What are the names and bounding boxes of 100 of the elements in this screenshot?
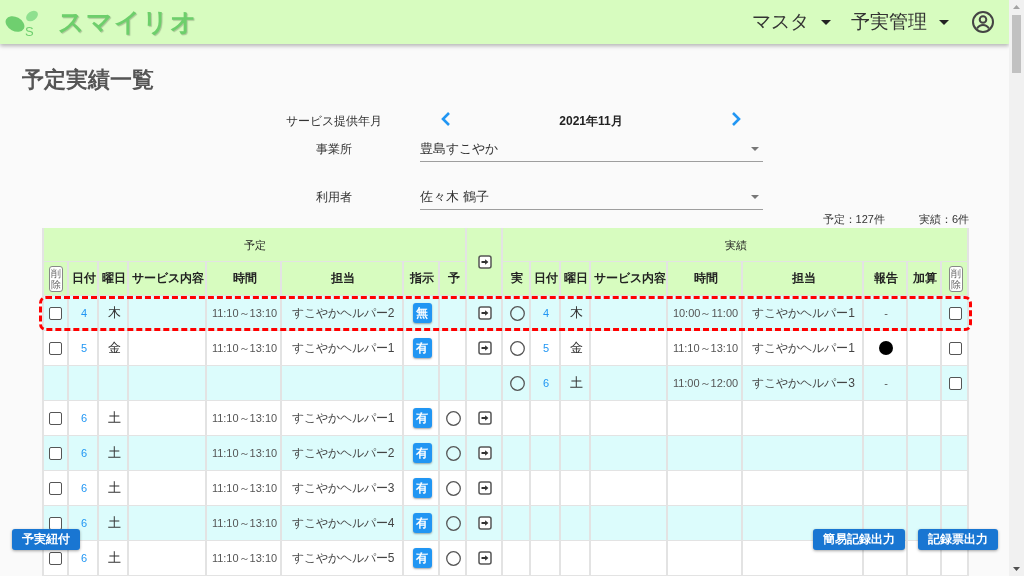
- column-header: 予: [446, 270, 461, 287]
- column-header: 担当: [790, 270, 817, 287]
- arrow-box-icon[interactable]: [478, 551, 492, 565]
- date-link[interactable]: 6: [80, 517, 88, 529]
- staff-cell-text: すこやかヘルパー3: [290, 479, 396, 497]
- month-value: 2021年11月: [558, 112, 624, 130]
- column-header: 担当: [330, 270, 356, 287]
- date-link[interactable]: 6: [80, 447, 88, 459]
- user-account-icon[interactable]: [972, 11, 994, 33]
- checkbox[interactable]: [949, 341, 962, 355]
- instruction-badge[interactable]: 無: [412, 303, 432, 323]
- time-cell-text: 11:10～13:10: [210, 445, 279, 461]
- instruction-badge[interactable]: 有: [412, 478, 432, 498]
- page-title: 予定実績一覧: [22, 68, 154, 92]
- checkbox[interactable]: [49, 481, 62, 495]
- instruction-badge[interactable]: 有: [412, 513, 432, 533]
- checkbox[interactable]: [49, 516, 62, 530]
- time-cell-text: 11:10～13:10: [210, 480, 279, 496]
- arrow-box-icon[interactable]: [478, 411, 492, 425]
- instruction-badge[interactable]: 有: [412, 338, 432, 358]
- report-cell-text: -: [883, 306, 889, 321]
- column-group-header: 実績: [724, 237, 748, 253]
- date-link[interactable]: 5: [542, 342, 550, 354]
- instruction-badge[interactable]: 有: [412, 443, 432, 463]
- weekday-cell-text: 金: [106, 339, 122, 357]
- checkbox[interactable]: [49, 306, 62, 320]
- date-link[interactable]: 6: [80, 482, 88, 494]
- column-header: 時間: [692, 270, 719, 287]
- date-link[interactable]: 6: [80, 412, 88, 424]
- checkbox[interactable]: [49, 341, 62, 355]
- field-label: 利用者: [316, 189, 352, 204]
- date-link[interactable]: 4: [542, 307, 550, 319]
- caret-icon: [939, 19, 949, 25]
- weekday-cell-text: 木: [106, 304, 122, 322]
- staff-cell-text: すこやかヘルパー1: [290, 339, 396, 357]
- checkbox[interactable]: [49, 411, 62, 425]
- action-button[interactable]: 簡易記録出力: [813, 529, 905, 550]
- menu-button[interactable]: マスタ: [742, 0, 841, 44]
- time-cell-text: 11:10～13:10: [210, 340, 279, 356]
- scroll-thumb[interactable]: [1012, 15, 1021, 73]
- weekday-cell-text: 土: [106, 514, 122, 532]
- weekday-cell-text: 土: [106, 549, 122, 567]
- select-field[interactable]: 佐々木 鶴子: [420, 184, 763, 210]
- time-cell-text: 11:10～13:10: [210, 515, 279, 531]
- column-header: 時間: [231, 270, 258, 287]
- weekday-cell-text: 土: [106, 444, 122, 462]
- delete-button[interactable]: 削除: [48, 265, 63, 292]
- checkbox[interactable]: [49, 446, 62, 460]
- instruction-badge[interactable]: 有: [412, 548, 432, 568]
- time-cell-text: 10:00～11:00: [671, 305, 740, 321]
- checkbox[interactable]: [949, 306, 962, 320]
- weekday-cell-text: 土: [106, 479, 122, 497]
- staff-cell-text: すこやかヘルパー2: [290, 304, 396, 322]
- column-header: 曜日: [563, 270, 589, 287]
- weekday-cell-text: 金: [568, 339, 584, 357]
- app-name: スマイリオ: [58, 6, 198, 38]
- checkbox[interactable]: [49, 551, 62, 565]
- checkbox[interactable]: [949, 376, 962, 390]
- time-cell-text: 11:10～13:10: [210, 550, 279, 566]
- action-button[interactable]: 記録票出力: [918, 529, 998, 550]
- date-link[interactable]: 5: [80, 342, 88, 354]
- staff-cell-text: すこやかヘルパー5: [290, 549, 396, 567]
- down-triangle-icon[interactable]: [1013, 567, 1020, 571]
- arrow-box-icon[interactable]: [478, 446, 492, 460]
- action-button[interactable]: 予実紐付: [12, 529, 80, 550]
- weekday-cell-text: 木: [568, 304, 584, 322]
- time-cell-text: 11:10～13:10: [210, 305, 279, 321]
- weekday-cell-text: 土: [568, 374, 584, 392]
- column-header: 報告: [873, 270, 899, 287]
- delete-button[interactable]: 削除: [948, 265, 963, 292]
- instruction-badge[interactable]: 有: [412, 408, 432, 428]
- arrow-box-icon[interactable]: [478, 516, 492, 530]
- dot-icon: [879, 341, 893, 355]
- menu-button[interactable]: 予実管理: [841, 0, 959, 44]
- arrow-box-icon[interactable]: [478, 341, 492, 355]
- staff-cell-text: すこやかヘルパー3: [751, 374, 856, 392]
- staff-cell-text: すこやかヘルパー1: [290, 409, 396, 427]
- date-link[interactable]: 6: [542, 377, 550, 389]
- count-label: 実績：6件: [918, 212, 969, 226]
- column-header: 日付: [533, 270, 559, 287]
- staff-cell-text: すこやかヘルパー1: [751, 304, 856, 322]
- arrow-box-icon[interactable]: [478, 481, 492, 495]
- field-label: 事業所: [316, 141, 352, 156]
- count-label: 予定：127件: [822, 212, 885, 226]
- column-header: 加算: [912, 270, 938, 287]
- caret-icon: [751, 146, 759, 151]
- weekday-cell-text: 土: [106, 409, 122, 427]
- arrow-box-icon[interactable]: [478, 306, 492, 320]
- time-cell-text: 11:10～13:10: [671, 340, 740, 356]
- column-group-header: 予定: [242, 237, 267, 253]
- date-link[interactable]: 6: [80, 552, 88, 564]
- date-link[interactable]: 4: [80, 307, 88, 319]
- column-header: 実: [510, 270, 524, 287]
- report-cell-text: -: [883, 376, 889, 391]
- staff-cell-text: すこやかヘルパー1: [751, 339, 856, 357]
- column-header: 指示: [409, 270, 435, 287]
- scrollbar[interactable]: [1009, 0, 1024, 576]
- field-label: サービス提供年月: [286, 113, 382, 128]
- column-header: 日付: [71, 270, 97, 287]
- select-field[interactable]: 豊島すこやか: [420, 136, 763, 162]
